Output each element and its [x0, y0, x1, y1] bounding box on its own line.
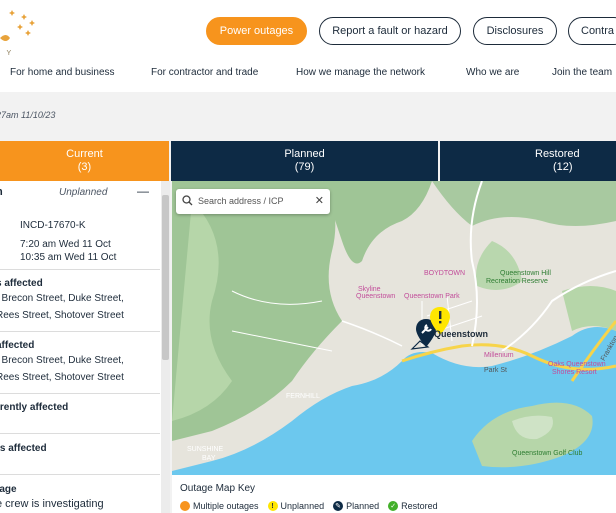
- nav-home-business[interactable]: For home and business: [10, 67, 115, 78]
- clear-search-icon[interactable]: ✕: [315, 194, 324, 207]
- tab-planned-label: Planned: [284, 148, 325, 160]
- search-input[interactable]: Search address / ICP: [198, 196, 284, 206]
- map-search[interactable]: Search address / ICP ✕: [176, 189, 330, 214]
- report-fault-button[interactable]: Report a fault or hazard: [319, 17, 461, 45]
- map-label-park: Queenstown Park: [404, 293, 460, 300]
- outage-title[interactable]: n: [0, 186, 3, 198]
- key-restored-label: Restored: [401, 501, 438, 511]
- cause-text: e crew is investigating: [0, 498, 104, 510]
- outage-area-icon: [410, 340, 430, 350]
- divider: [0, 474, 160, 475]
- map-label-park-st: Park St: [484, 367, 507, 374]
- cause-heading: tage: [0, 484, 17, 495]
- planned-wrench-icon: ✎: [333, 501, 344, 511]
- restore-time: 10:35 am Wed 11 Oct: [20, 252, 117, 263]
- tab-restored[interactable]: Restored (12): [440, 141, 616, 181]
- map-label-oaks-1: Oaks Queenstown: [548, 361, 606, 368]
- tab-current[interactable]: Current (3): [0, 141, 169, 181]
- map-canvas: [172, 181, 616, 471]
- divider: [0, 331, 160, 332]
- streets2-line-1: , Brecon Street, Duke Street,: [0, 355, 124, 366]
- streets-line-1: , Brecon Street, Duke Street,: [0, 293, 124, 304]
- streets2-line-2: Rees Street, Shotover Street: [0, 372, 124, 383]
- scrollbar-thumb[interactable]: [162, 195, 169, 360]
- currently-affected-heading: rrently affected: [0, 402, 69, 413]
- streets-line-2: Rees Street, Shotover Street: [0, 310, 124, 321]
- tab-planned[interactable]: Planned (79): [171, 141, 438, 181]
- streets-heading-2: affected: [0, 340, 35, 351]
- restored-check-icon: ✓: [388, 501, 399, 511]
- multiple-outages-icon: [180, 501, 190, 511]
- last-updated: 27am 11/10/23: [0, 110, 56, 120]
- map-key-title: Outage Map Key: [180, 483, 256, 494]
- tab-planned-count: (79): [294, 161, 315, 173]
- map-label-hill: Queenstown Hill: [500, 270, 551, 277]
- start-time: 7:20 am Wed 11 Oct: [20, 239, 111, 250]
- divider: [0, 433, 160, 434]
- key-multiple-label: Multiple outages: [193, 501, 259, 511]
- map-label-oaks-2: Shores Resort: [552, 369, 597, 376]
- logo-stars-icon: [0, 10, 35, 41]
- disclosures-button[interactable]: Disclosures: [473, 17, 557, 45]
- nav-manage-network[interactable]: How we manage the network: [296, 67, 425, 78]
- key-planned-label: Planned: [346, 501, 380, 511]
- divider: [0, 269, 160, 270]
- search-icon: [182, 195, 193, 206]
- unplanned-icon: !: [267, 501, 278, 511]
- contact-button[interactable]: Contra: [568, 17, 616, 45]
- tab-restored-label: Restored: [535, 148, 580, 160]
- collapse-icon[interactable]: —: [137, 184, 149, 198]
- map-label-reserve: Recreation Reserve: [486, 278, 548, 285]
- site-header: B Y Power outages Report a fault or haza…: [0, 0, 616, 62]
- tab-current-label: Current: [66, 148, 103, 160]
- map-label-millenium: Millenium: [484, 352, 514, 359]
- map-label-bay: BAY: [202, 455, 216, 462]
- customers-heading: rs affected: [0, 443, 47, 454]
- incident-id: INCD-17670-K: [20, 220, 86, 231]
- logo[interactable]: B Y: [0, 4, 44, 60]
- map-label-skyline-2: Queenstown: [356, 293, 396, 300]
- map-label-boydtown: BOYDTOWN: [424, 270, 466, 277]
- streets-heading: s affected: [0, 278, 43, 289]
- map-key-items: Multiple outages ! Unplanned ✎ Planned ✓…: [180, 499, 447, 513]
- tab-current-count: (3): [77, 161, 92, 173]
- map-label-golf: Queenstown Golf Club: [512, 450, 583, 457]
- map-label-queenstown: Queenstown: [434, 329, 489, 339]
- outage-type: Unplanned: [59, 187, 108, 198]
- map-label-skyline: Skyline: [358, 286, 381, 293]
- divider: [0, 393, 160, 394]
- nav-who-we-are[interactable]: Who we are: [466, 67, 519, 78]
- nav-contractor-trade[interactable]: For contractor and trade: [151, 67, 258, 78]
- power-outages-button[interactable]: Power outages: [206, 17, 307, 45]
- outage-map[interactable]: [172, 181, 616, 475]
- logo-subtext: B Y: [0, 50, 15, 57]
- map-label-sunshine: SUNSHINE: [187, 446, 224, 453]
- nav-join-team[interactable]: Join the team: [552, 67, 612, 78]
- tab-restored-count: (12): [553, 161, 573, 173]
- main-nav: For home and business For contractor and…: [0, 62, 616, 84]
- map-label-fernhill: FERNHILL: [286, 393, 320, 400]
- key-unplanned-label: Unplanned: [280, 501, 325, 511]
